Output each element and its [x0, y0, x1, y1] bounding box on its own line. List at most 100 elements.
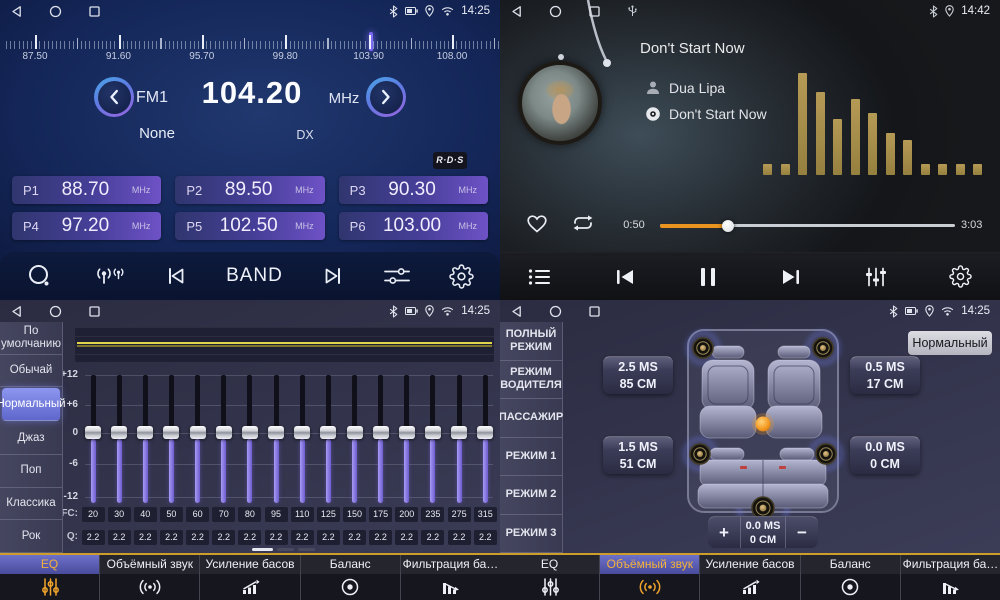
- nav-back-icon[interactable]: [10, 305, 23, 318]
- eq-slider-handle[interactable]: [373, 426, 389, 439]
- scroll-indicator[interactable]: [277, 548, 294, 551]
- eq-preset-5[interactable]: Классика: [0, 488, 62, 521]
- tab-filter[interactable]: Фильтрация ба…: [900, 555, 1000, 600]
- settings-button[interactable]: [449, 264, 474, 289]
- eq-slider-handle[interactable]: [268, 426, 284, 439]
- eq-slider-handle[interactable]: [399, 426, 415, 439]
- repeat-button[interactable]: [570, 213, 596, 233]
- front-right-delay-button[interactable]: 0.5 MS 17 CM: [850, 356, 920, 394]
- eq-preset-4[interactable]: Поп: [0, 455, 62, 488]
- eq-preset-1[interactable]: Обычай: [0, 355, 62, 388]
- stage-mode-3[interactable]: РЕЖИМ 1: [500, 438, 562, 477]
- visualizer-bar: [781, 164, 790, 175]
- tab-label: Баланс: [801, 555, 900, 574]
- eq-slider-handle[interactable]: [477, 426, 493, 439]
- next-station-button[interactable]: [320, 265, 346, 287]
- rear-left-delay-button[interactable]: 1.5 MS 51 CM: [603, 436, 673, 474]
- progress-bar[interactable]: [660, 224, 955, 227]
- audio-settings-button[interactable]: [382, 265, 412, 287]
- stage-mode-5[interactable]: РЕЖИМ 3: [500, 515, 562, 554]
- ruler-tick: [381, 41, 382, 49]
- eq-slider-handle[interactable]: [294, 426, 310, 439]
- preset-button-p5[interactable]: P5102.50MHz: [175, 212, 324, 240]
- settings-button[interactable]: [949, 265, 972, 288]
- eq-preset-6[interactable]: Рок: [0, 520, 62, 553]
- preset-number: P6: [350, 219, 366, 234]
- tab-filter[interactable]: Фильтрация ба…: [400, 555, 500, 600]
- scan-button[interactable]: [26, 262, 54, 290]
- nav-home-icon[interactable]: [549, 305, 562, 318]
- eq-slider-handle[interactable]: [111, 426, 127, 439]
- prev-station-button[interactable]: [163, 265, 189, 287]
- frequency-ruler[interactable]: 87.5091.6095.7099.80103.90108.00: [0, 24, 500, 64]
- clock: 14:25: [461, 5, 490, 17]
- eq-slider-handle[interactable]: [137, 426, 153, 439]
- eq-preset-2[interactable]: Нормальный: [2, 388, 60, 421]
- tab-balance[interactable]: Баланс: [800, 555, 900, 600]
- next-track-button[interactable]: [779, 267, 803, 287]
- eq-slider-handle[interactable]: [242, 426, 258, 439]
- front-left-delay-button[interactable]: 2.5 MS 85 CM: [603, 356, 673, 394]
- eq-preset-0[interactable]: По умолчанию: [0, 322, 62, 355]
- equalizer-button[interactable]: [864, 266, 888, 288]
- ruler-tick: [10, 41, 11, 49]
- preset-button-p2[interactable]: P289.50MHz: [175, 176, 324, 204]
- ruler-tick: [319, 41, 320, 49]
- eq-slider-handle[interactable]: [451, 426, 467, 439]
- visualizer-bar: [763, 164, 772, 175]
- ruler-frequency-label: 95.70: [189, 51, 214, 62]
- favorite-button[interactable]: [525, 212, 549, 234]
- nav-home-icon[interactable]: [549, 5, 562, 18]
- tune-up-button[interactable]: [366, 77, 406, 117]
- band-switch-button[interactable]: BAND: [226, 265, 283, 287]
- listener-position-dot: [756, 417, 771, 432]
- prev-track-button[interactable]: [613, 267, 637, 287]
- playlist-button[interactable]: [528, 268, 552, 286]
- eq-slider-handle[interactable]: [320, 426, 336, 439]
- nav-back-icon[interactable]: [510, 5, 523, 18]
- ruler-tick: [152, 41, 153, 49]
- stage-mode-4[interactable]: РЕЖИМ 2: [500, 476, 562, 515]
- tab-balance[interactable]: Баланс: [300, 555, 400, 600]
- rear-right-delay-button[interactable]: 0.0 MS 0 CM: [850, 436, 920, 474]
- nav-home-icon[interactable]: [49, 305, 62, 318]
- delay-plus-button[interactable]: +: [708, 517, 740, 548]
- nav-recents-icon[interactable]: [588, 5, 601, 18]
- tab-eq-sliders[interactable]: EQ: [0, 555, 99, 600]
- nav-back-icon[interactable]: [510, 305, 523, 318]
- eq-slider-handle[interactable]: [190, 426, 206, 439]
- nav-recents-icon[interactable]: [88, 305, 101, 318]
- tab-label: Усиление басов: [200, 555, 299, 574]
- preset-button-p1[interactable]: P188.70MHz: [12, 176, 161, 204]
- preset-unit: MHz: [458, 221, 477, 231]
- tab-eq-sliders[interactable]: EQ: [500, 555, 599, 600]
- nav-back-icon[interactable]: [10, 5, 23, 18]
- nav-recents-icon[interactable]: [88, 5, 101, 18]
- eq-slider-handle[interactable]: [347, 426, 363, 439]
- stage-mode-0[interactable]: ПОЛНЫЙ РЕЖИМ: [500, 322, 562, 361]
- broadcast-button[interactable]: [91, 263, 127, 289]
- pause-button[interactable]: [698, 266, 718, 288]
- delay-cm: 17 CM: [850, 376, 920, 393]
- tab-surround[interactable]: Объёмный звук: [599, 555, 699, 600]
- tab-surround[interactable]: Объёмный звук: [99, 555, 199, 600]
- ruler-tick: [327, 38, 329, 49]
- eq-slider-handle[interactable]: [425, 426, 441, 439]
- delay-minus-button[interactable]: −: [786, 517, 818, 548]
- tab-bass-boost[interactable]: Усиление басов: [699, 555, 799, 600]
- scroll-indicator[interactable]: [298, 548, 315, 551]
- stage-mode-2[interactable]: ПАССАЖИР: [500, 399, 562, 438]
- eq-slider-handle[interactable]: [163, 426, 179, 439]
- preset-button-p3[interactable]: P390.30MHz: [339, 176, 488, 204]
- scroll-indicator[interactable]: [252, 548, 273, 551]
- tab-bass-boost[interactable]: Усиление басов: [199, 555, 299, 600]
- nav-home-icon[interactable]: [49, 5, 62, 18]
- progress-thumb[interactable]: [722, 220, 734, 232]
- preset-button-p6[interactable]: P6103.00MHz: [339, 212, 488, 240]
- preset-button-p4[interactable]: P497.20MHz: [12, 212, 161, 240]
- eq-preset-3[interactable]: Джаз: [0, 422, 62, 455]
- eq-slider-handle[interactable]: [216, 426, 232, 439]
- nav-recents-icon[interactable]: [588, 305, 601, 318]
- stage-mode-1[interactable]: РЕЖИМ ВОДИТЕЛЯ: [500, 361, 562, 400]
- eq-slider-handle[interactable]: [85, 426, 101, 439]
